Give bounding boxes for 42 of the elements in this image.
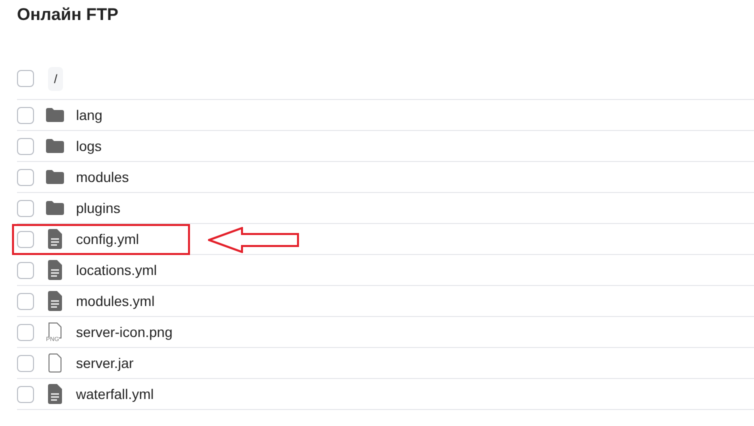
file-name[interactable]: lang (76, 104, 102, 126)
folder-icon (45, 200, 65, 216)
checkbox[interactable] (17, 262, 34, 278)
file-name[interactable]: server-icon.png (76, 322, 172, 342)
file-row[interactable]: waterfall.yml (17, 379, 754, 410)
folder-icon (45, 138, 65, 154)
file-row[interactable]: logs (17, 131, 754, 162)
path-breadcrumb[interactable]: / (48, 66, 64, 90)
file-name[interactable]: waterfall.yml (76, 384, 154, 404)
file-row[interactable]: config.yml (17, 224, 754, 255)
checkbox[interactable] (17, 354, 34, 372)
checkbox[interactable] (17, 168, 34, 186)
file-name[interactable]: modules.yml (76, 290, 155, 312)
checkbox[interactable] (17, 386, 34, 402)
file-name[interactable]: server.jar (76, 352, 134, 374)
checkbox[interactable] (17, 106, 34, 124)
file-row[interactable]: server.jar (17, 348, 754, 379)
document-icon (48, 384, 62, 404)
checkbox[interactable] (17, 230, 34, 248)
file-name[interactable]: locations.yml (76, 260, 157, 280)
file-row[interactable]: plugins (17, 193, 754, 224)
folder-icon (45, 169, 65, 185)
document-icon (48, 260, 62, 280)
file-name[interactable]: logs (76, 136, 102, 156)
page-title: Онлайн FTP (17, 4, 118, 26)
file-name[interactable]: config.yml (76, 228, 140, 250)
file-row[interactable]: locations.yml (17, 255, 754, 286)
file-row[interactable]: modules.yml (17, 286, 754, 317)
checkbox[interactable] (17, 200, 34, 216)
file-name[interactable]: plugins (76, 198, 120, 218)
file-name[interactable]: modules (76, 166, 129, 188)
folder-icon (45, 107, 65, 123)
checkbox[interactable] (17, 138, 34, 154)
arrow-icon (208, 227, 300, 253)
document-icon (48, 291, 62, 311)
checkbox[interactable] (17, 70, 34, 87)
document-icon (48, 229, 62, 249)
file-row[interactable]: modules (17, 162, 754, 193)
checkbox[interactable] (17, 292, 34, 310)
file-icon (48, 353, 62, 373)
file-row[interactable]: lang (17, 100, 754, 131)
checkbox[interactable] (17, 324, 34, 340)
